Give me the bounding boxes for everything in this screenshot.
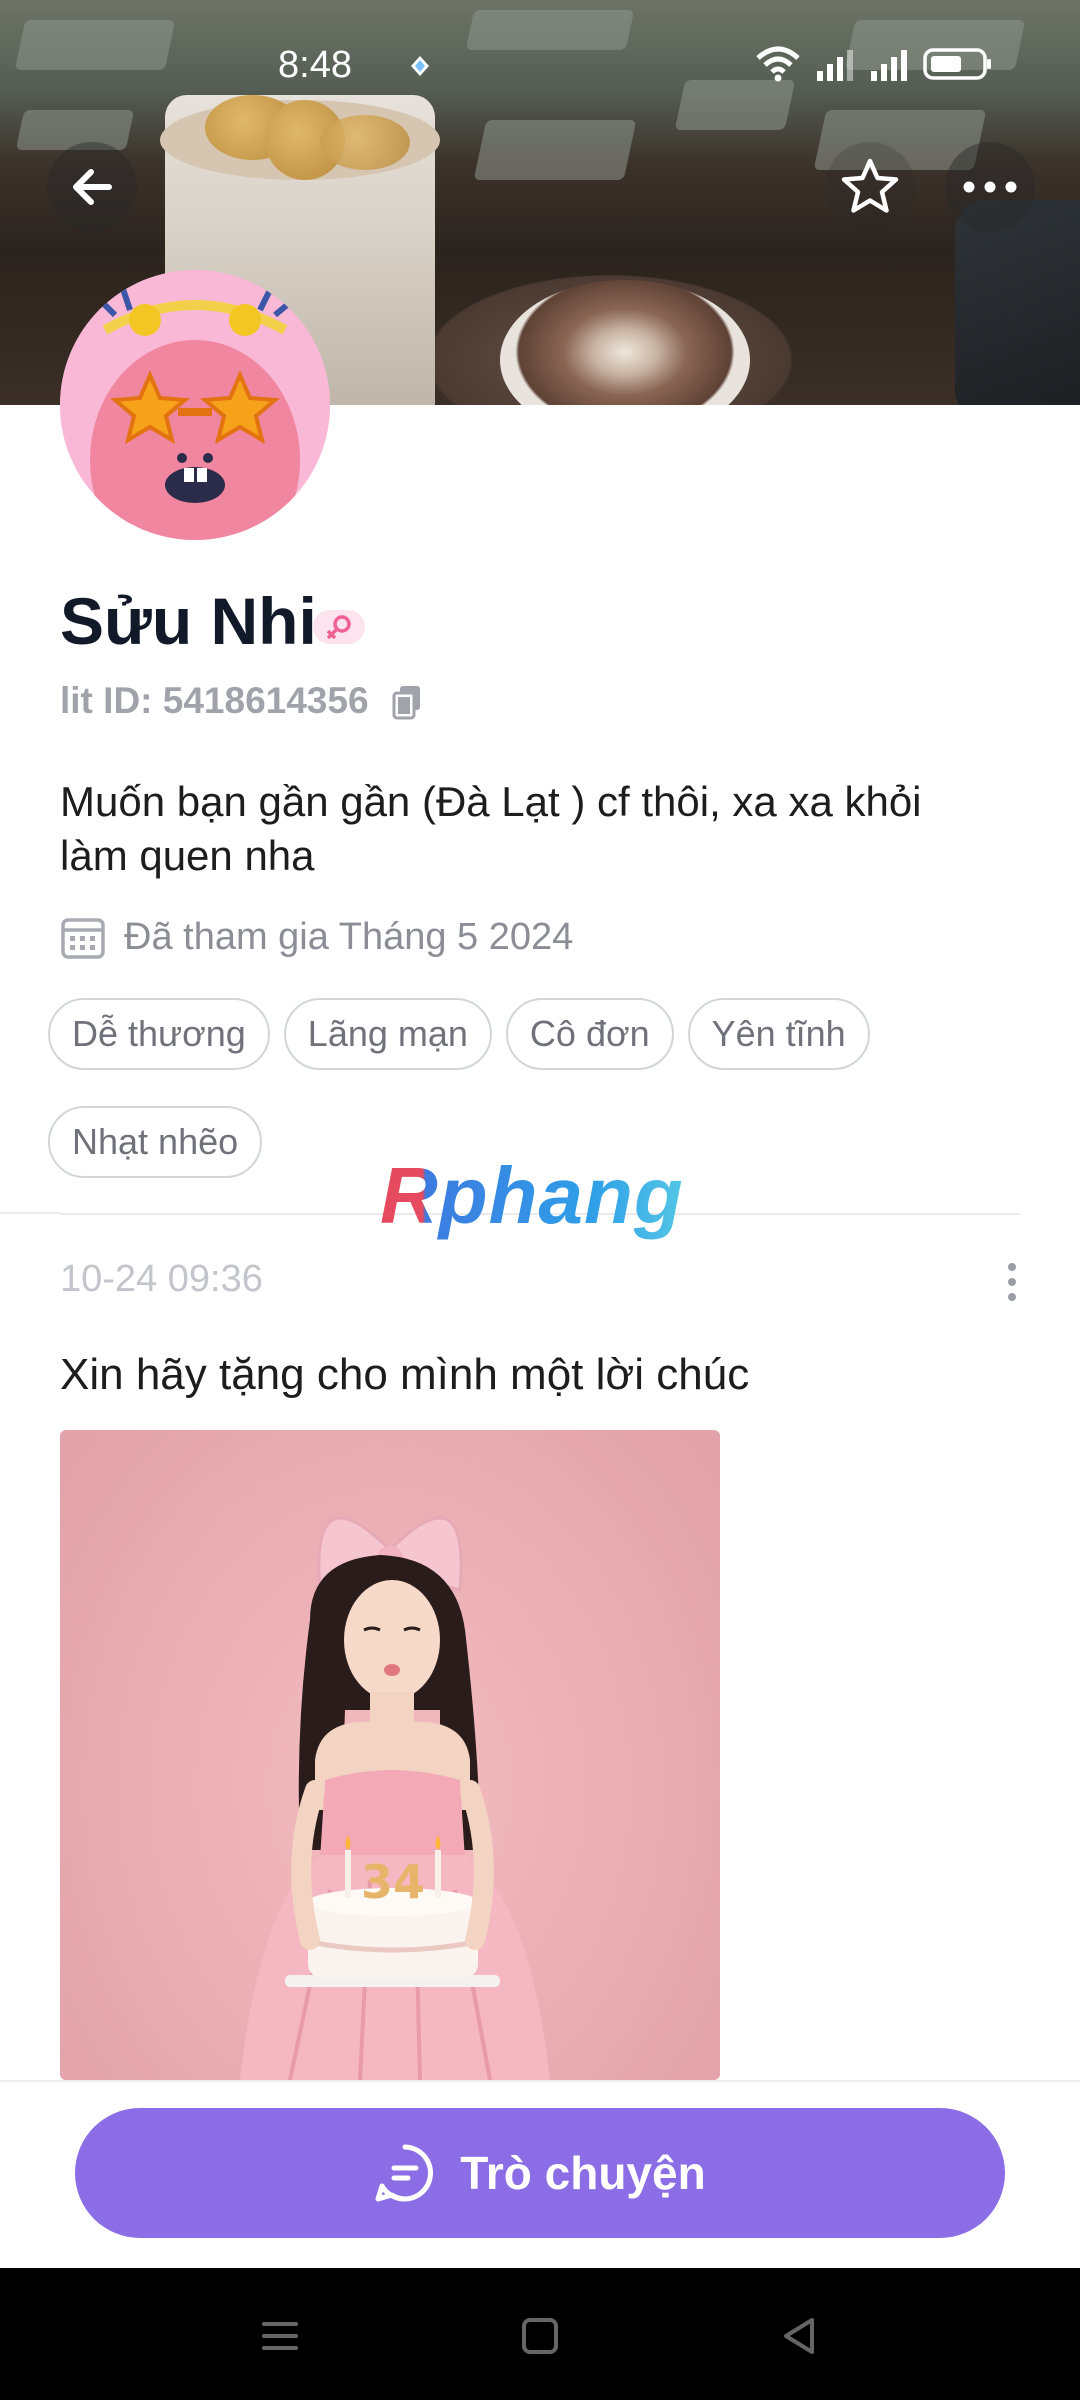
avatar[interactable]: [60, 270, 330, 540]
profile-bio: Muốn bạn gần gần (Đà Lạt ) cf thôi, xa x…: [60, 778, 922, 879]
tag-item: Nhạt nhẽo: [48, 1106, 263, 1178]
joined-date: Đã tham gia Tháng 5 2024: [124, 915, 574, 958]
back-button[interactable]: [47, 142, 137, 232]
divider: [0, 1212, 60, 1214]
tag-item: Lãng mạn: [283, 998, 492, 1070]
gender-badge: [313, 610, 365, 644]
copy-icon[interactable]: [392, 684, 422, 720]
more-horizontal-icon: [963, 181, 1017, 193]
star-icon: [841, 158, 899, 213]
calendar-icon: [61, 918, 105, 959]
signal-icon: [817, 50, 853, 81]
chat-bubble-icon: [375, 2144, 434, 2202]
status-bar: 8:48: [0, 0, 1080, 130]
more-vertical-icon[interactable]: [1000, 1262, 1024, 1302]
home-icon[interactable]: [510, 2306, 570, 2366]
lit-id: lit ID: 5418614356: [60, 680, 369, 721]
back-triangle-icon[interactable]: [770, 2306, 830, 2366]
battery-icon: [923, 48, 991, 80]
cake-number: 34: [361, 1855, 425, 1909]
chat-button[interactable]: Trò chuyện: [75, 2108, 1005, 2238]
status-time: 8:48: [278, 44, 352, 86]
watermark: Rphang: [380, 1151, 684, 1240]
profile-name: Sửu Nhi: [60, 584, 317, 658]
post-caption: Xin hãy tặng cho mình một lời chúc: [60, 1350, 750, 1399]
chat-button-label: Trò chuyện: [460, 2147, 706, 2199]
back-arrow-icon: [73, 169, 112, 205]
tag-item: Yên tĩnh: [687, 998, 870, 1070]
joined-row: Đã tham gia Tháng 5 2024: [60, 912, 573, 962]
post-timestamp: 10-24 09:36: [60, 1258, 263, 1300]
avatar-character-icon: [60, 270, 330, 540]
signal-icon: [871, 50, 907, 81]
post-photo[interactable]: 34: [60, 1430, 720, 2080]
more-button[interactable]: [945, 142, 1035, 232]
notification-icon: [411, 56, 429, 76]
wifi-icon: [756, 46, 800, 82]
menu-icon[interactable]: [250, 2306, 310, 2366]
birthday-photo: 34: [240, 1516, 550, 2080]
female-icon: [326, 615, 351, 640]
tag-item: Dễ thương: [48, 998, 270, 1070]
favorite-button[interactable]: [825, 142, 915, 232]
tag-item: Cô đơn: [505, 998, 674, 1070]
system-nav-bar: [0, 2268, 1080, 2400]
